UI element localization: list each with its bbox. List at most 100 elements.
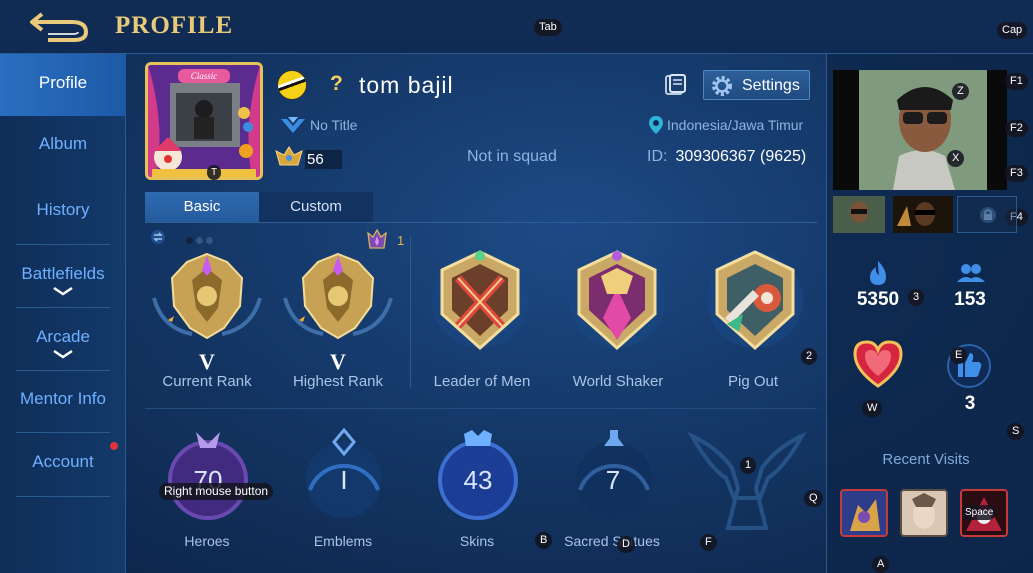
visitor-avatar: [842, 491, 886, 535]
sidebar: Profile Album History Battlefields Arcad…: [0, 54, 126, 573]
leader-of-men-badge[interactable]: [428, 248, 532, 356]
tab-custom[interactable]: Custom: [259, 192, 373, 222]
followers-icon: [957, 264, 985, 282]
player-location: Indonesia/Jawa Timur: [667, 117, 804, 133]
player-id: ID: 309306367 (9625): [647, 148, 806, 166]
sidebar-item-account[interactable]: Account: [0, 452, 126, 472]
player-name: tom bajil: [359, 72, 454, 98]
rank-page-dots: [186, 231, 213, 249]
key-hint-t: T: [207, 165, 222, 180]
sidebar-item-label: Battlefields: [21, 264, 105, 283]
popularity-count: 5350: [856, 289, 900, 310]
key-hint-f2: F2: [1005, 120, 1028, 137]
sidebar-item-battlefields[interactable]: Battlefields: [0, 264, 126, 296]
key-hint-right-mouse: Right mouse button: [159, 483, 274, 500]
key-hint-1: 1: [740, 457, 757, 474]
sidebar-item-mentor-info[interactable]: Mentor Info: [0, 389, 126, 409]
flag-icon: [277, 70, 307, 100]
profile-card-button[interactable]: [663, 73, 687, 97]
page-title: PROFILE: [115, 12, 234, 39]
gear-icon: [712, 76, 732, 96]
emblems-label: Emblems: [313, 533, 373, 549]
sidebar-item-label: Account: [32, 452, 94, 471]
key-hint-z: Z: [952, 83, 969, 100]
sidebar-divider: [16, 370, 110, 371]
key-hint-space: Space: [962, 505, 997, 520]
back-button[interactable]: [28, 8, 92, 42]
section-divider: [145, 408, 817, 409]
sidebar-item-arcade[interactable]: Arcade: [0, 327, 126, 359]
highest-rank-label: Highest Rank: [292, 373, 384, 390]
star-count: 1: [397, 233, 405, 248]
thumbnail-2[interactable]: [893, 196, 953, 233]
key-hint-w: W: [862, 400, 883, 417]
leader-of-men-label: Leader of Men: [433, 373, 531, 390]
question-icon[interactable]: ?: [330, 72, 343, 96]
sidebar-item-profile[interactable]: Profile: [0, 54, 126, 116]
key-hint-3a: 3: [908, 289, 925, 306]
rank-divider: [410, 236, 411, 388]
settings-button[interactable]: Settings: [703, 70, 810, 100]
followers-count: 153: [954, 289, 986, 310]
popularity-flame-icon: [870, 261, 886, 285]
tab-basic[interactable]: Basic: [145, 192, 259, 222]
title-icon: [281, 117, 305, 133]
sacred-statues-label: Sacred Statues: [564, 533, 660, 549]
sacred-statues-count: 7: [605, 465, 621, 495]
frame-banner: Classic: [178, 69, 230, 83]
world-shaker-label: World Shaker: [572, 373, 664, 390]
skins-count: 43: [463, 465, 493, 495]
key-hint-q: Q: [804, 490, 823, 507]
recent-visits-title: Recent Visits: [882, 451, 970, 468]
sidebar-divider: [16, 307, 110, 308]
rank-switch-icon[interactable]: [150, 229, 166, 245]
sidebar-item-label: History: [36, 200, 90, 219]
locked-stat-icon: [688, 431, 806, 530]
recent-visitor-2[interactable]: [900, 489, 948, 537]
sidebar-divider: [16, 432, 110, 433]
key-hint-f1: F1: [1005, 73, 1028, 90]
settings-label: Settings: [742, 77, 800, 94]
current-rank-label: Current Rank: [162, 373, 252, 390]
pig-out-badge[interactable]: [703, 248, 807, 356]
current-rank-emblem[interactable]: [152, 248, 262, 348]
heroes-label: Heroes: [184, 533, 230, 549]
sidebar-item-album[interactable]: Album: [0, 134, 126, 154]
emblems-count: I: [340, 465, 348, 495]
chevron-down-icon: [53, 349, 73, 359]
level-badge-icon: [275, 146, 303, 166]
pig-out-label: Pig Out: [727, 373, 779, 390]
skins-label: Skins: [459, 533, 495, 549]
card-icon: [665, 74, 686, 95]
sidebar-item-label: Album: [38, 134, 88, 153]
key-hint-b: B: [535, 532, 553, 549]
webcam-person-image: [833, 70, 1007, 190]
sidebar-item-history[interactable]: History: [0, 200, 126, 220]
notification-dot: [110, 442, 118, 450]
squad-status: Not in squad: [467, 148, 557, 165]
avatar[interactable]: Classic: [145, 62, 263, 180]
webcam-feed: [833, 70, 1007, 190]
thumbnail-image: [833, 196, 885, 233]
key-hint-cap: Cap: [997, 22, 1028, 39]
heart-icon[interactable]: [851, 338, 905, 390]
back-arrow-icon: [30, 12, 89, 42]
highest-rank-emblem[interactable]: [283, 248, 393, 348]
key-hint-d: D: [617, 536, 635, 553]
highest-rank-tier: V: [330, 349, 346, 374]
sidebar-item-label: Mentor Info: [20, 389, 106, 408]
visitor-avatar: [902, 491, 946, 535]
id-value: 309306367 (9625): [675, 148, 807, 165]
thumbnail-locked: [957, 196, 1017, 233]
world-shaker-badge[interactable]: [565, 248, 669, 356]
recent-visitor-1[interactable]: [840, 489, 888, 537]
sidebar-item-label: Arcade: [36, 327, 90, 346]
location-pin-icon: [649, 116, 663, 134]
sidebar-item-label: Profile: [38, 73, 88, 92]
sidebar-divider: [16, 496, 110, 497]
player-title: No Title: [310, 117, 358, 133]
key-hint-f: F: [700, 534, 717, 551]
thumbnail-1[interactable]: [833, 196, 885, 233]
key-hint-2: 2: [801, 348, 818, 365]
lock-icon: [980, 207, 996, 223]
